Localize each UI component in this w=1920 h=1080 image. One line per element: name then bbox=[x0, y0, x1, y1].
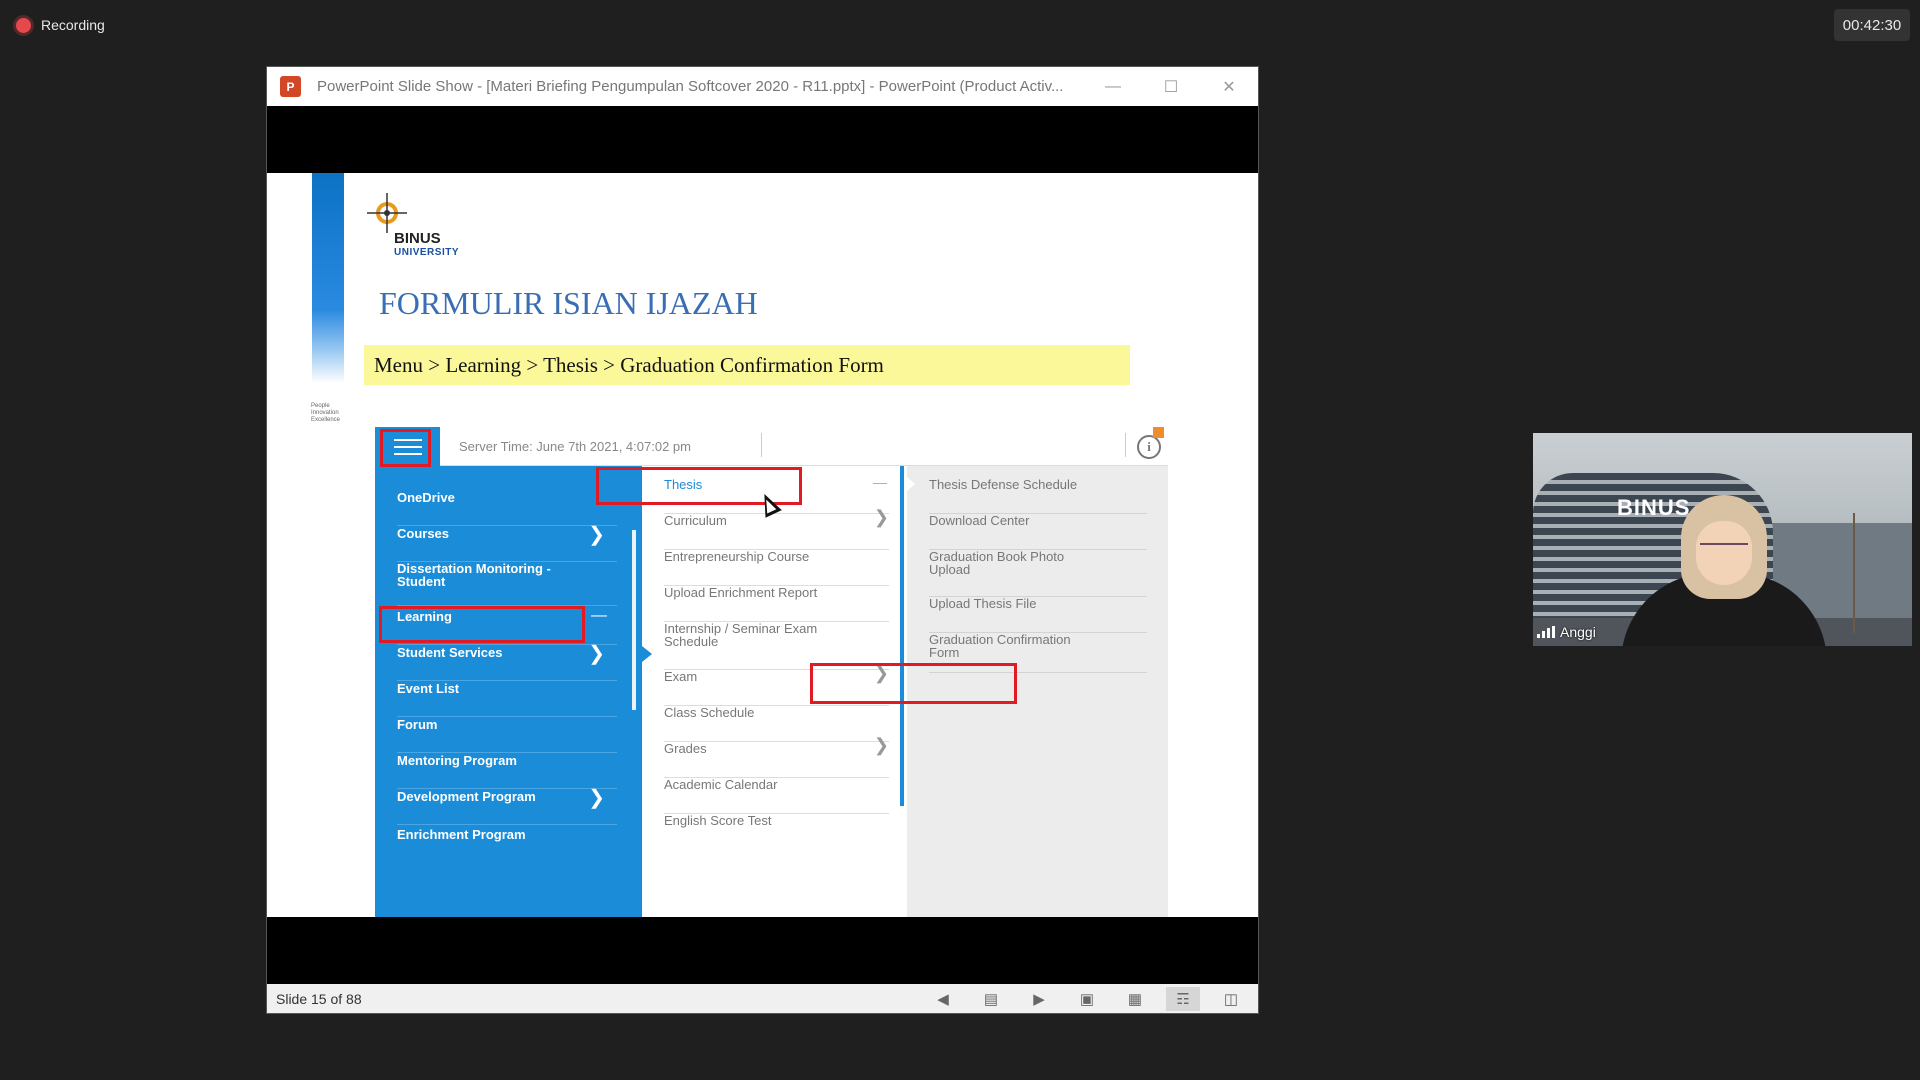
window-title: PowerPoint Slide Show - [Materi Briefing… bbox=[317, 78, 1064, 95]
collapse-icon: — bbox=[873, 474, 887, 490]
menu-item-development[interactable]: Development Program ❯ bbox=[397, 787, 617, 825]
minimize-icon[interactable]: — bbox=[1084, 67, 1142, 106]
submenu-pointer bbox=[642, 646, 652, 662]
highlight-graduation-form bbox=[810, 663, 1017, 704]
server-time: Server Time: June 7th 2021, 4:07:02 pm bbox=[459, 439, 691, 454]
slide-title: FORMULIR ISIAN IJAZAH bbox=[379, 285, 758, 321]
thesis-item-defense-schedule[interactable]: Thesis Defense Schedule bbox=[929, 478, 1147, 514]
signal-strength-icon bbox=[1537, 626, 1555, 638]
menu-item-mentoring[interactable]: Mentoring Program bbox=[397, 753, 617, 789]
chevron-right-icon: ❯ bbox=[873, 507, 889, 527]
recording-indicator: Recording bbox=[16, 15, 105, 35]
slide-side-tagline: People Innovation Excellence bbox=[311, 403, 341, 423]
main-menu: OneDrive Courses ❯ Dissertation Monitorin… bbox=[375, 466, 642, 917]
window-titlebar[interactable]: P PowerPoint Slide Show - [Materi Briefi… bbox=[267, 67, 1258, 106]
submenu-scrollbar[interactable] bbox=[900, 466, 904, 806]
menu-scrollbar[interactable] bbox=[632, 530, 636, 710]
chevron-right-icon: ❯ bbox=[873, 735, 889, 755]
slide-notes-icon[interactable]: ▤ bbox=[974, 987, 1008, 1011]
thesis-item-download-center[interactable]: Download Center bbox=[929, 514, 1147, 550]
menu-item-dissertation[interactable]: Dissertation Monitoring - Student bbox=[397, 562, 617, 606]
logo-subtitle: UNIVERSITY bbox=[394, 247, 460, 258]
portal-header: Server Time: June 7th 2021, 4:07:02 pm i bbox=[375, 427, 1168, 466]
reading-view-icon[interactable]: ☶ bbox=[1166, 987, 1200, 1011]
logo-wordmark: BINUS bbox=[394, 230, 441, 247]
menu-item-onedrive[interactable]: OneDrive bbox=[397, 490, 617, 526]
recording-label: Recording bbox=[41, 17, 105, 33]
menu-item-forum[interactable]: Forum bbox=[397, 717, 617, 753]
slide-counter: Slide 15 of 88 bbox=[276, 990, 362, 1007]
slideshow-icon[interactable]: ◫ bbox=[1214, 987, 1248, 1011]
thesis-pointer bbox=[907, 477, 915, 491]
previous-icon[interactable]: ◀ bbox=[926, 987, 960, 1011]
submenu-item-curriculum[interactable]: Curriculum ❯ bbox=[664, 507, 889, 550]
participant-name: Anggi bbox=[1560, 624, 1596, 640]
maximize-icon[interactable]: ☐ bbox=[1142, 67, 1200, 106]
submenu-item-english-score[interactable]: English Score Test bbox=[664, 814, 889, 850]
header-divider bbox=[761, 433, 762, 457]
info-icon[interactable]: i bbox=[1137, 435, 1161, 459]
close-icon[interactable]: ✕ bbox=[1200, 67, 1258, 106]
thesis-item-upload-thesis[interactable]: Upload Thesis File bbox=[929, 597, 1147, 633]
highlight-learning bbox=[379, 606, 585, 643]
chevron-right-icon: ❯ bbox=[588, 524, 605, 546]
submenu-item-enrichment-report[interactable]: Upload Enrichment Report bbox=[664, 586, 889, 622]
breadcrumb: Menu > Learning > Thesis > Graduation Co… bbox=[364, 345, 1130, 385]
next-icon[interactable]: ▶ bbox=[1022, 987, 1056, 1011]
submenu-item-grades[interactable]: Grades ❯ bbox=[664, 735, 889, 778]
chevron-right-icon: ❯ bbox=[588, 787, 605, 809]
building-sign: BINUS bbox=[1617, 495, 1691, 520]
video-background-tree bbox=[1853, 513, 1903, 633]
chevron-right-icon: ❯ bbox=[588, 643, 605, 665]
slide-accent-stripe bbox=[312, 173, 344, 383]
collapse-icon: — bbox=[591, 607, 607, 624]
menu-item-student-services[interactable]: Student Services ❯ bbox=[397, 643, 617, 681]
powerpoint-app-icon: P bbox=[280, 76, 301, 97]
menu-item-courses[interactable]: Courses ❯ bbox=[397, 524, 617, 562]
record-dot-icon bbox=[16, 17, 31, 33]
binus-logo: BINUS UNIVERSITY bbox=[365, 193, 485, 263]
participant-name-tag: Anggi bbox=[1537, 624, 1596, 640]
slide-sorter-icon[interactable]: ▦ bbox=[1118, 987, 1152, 1011]
submenu-item-academic-calendar[interactable]: Academic Calendar bbox=[664, 778, 889, 814]
slideshow-statusbar: Slide 15 of 88 ◀ ▤ ▶ ▣ ▦ ☶ ◫ bbox=[267, 984, 1258, 1013]
highlight-hamburger bbox=[380, 429, 431, 467]
thesis-item-book-photo-upload[interactable]: Graduation Book Photo Upload bbox=[929, 550, 1147, 597]
participant-glasses bbox=[1700, 543, 1748, 555]
participant-video-tile[interactable]: BINUS Anggi bbox=[1533, 433, 1912, 646]
normal-view-icon[interactable]: ▣ bbox=[1070, 987, 1104, 1011]
menu-item-enrichment[interactable]: Enrichment Program bbox=[397, 827, 617, 863]
submenu-item-entrepreneurship[interactable]: Entrepreneurship Course bbox=[664, 550, 889, 586]
slide-canvas[interactable]: People Innovation Excellence BINUS UNIVE… bbox=[267, 173, 1258, 917]
powerpoint-window: P PowerPoint Slide Show - [Materi Briefi… bbox=[266, 66, 1259, 1014]
meeting-timer: 00:42:30 bbox=[1834, 9, 1910, 41]
menu-item-event-list[interactable]: Event List bbox=[397, 681, 617, 717]
submenu-item-class-schedule[interactable]: Class Schedule bbox=[664, 706, 889, 742]
header-divider bbox=[1125, 433, 1126, 457]
notification-badge bbox=[1153, 427, 1164, 438]
